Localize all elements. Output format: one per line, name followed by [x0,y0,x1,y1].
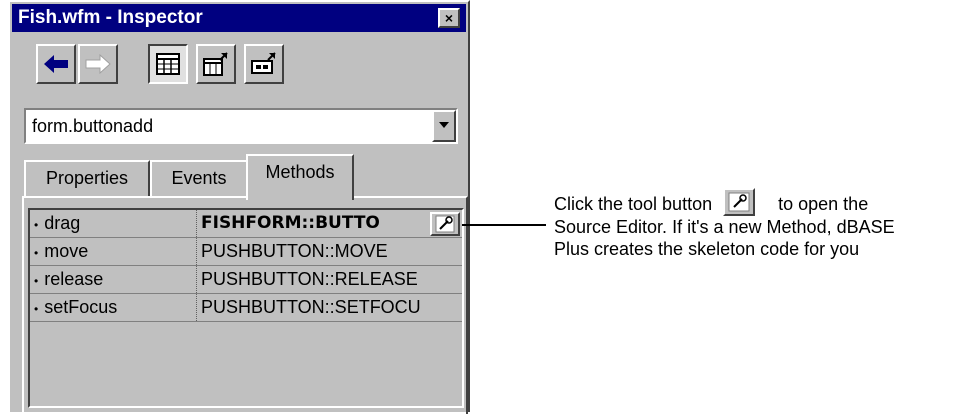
object-view-button[interactable] [196,44,236,84]
row-bullet: • [34,218,39,232]
method-name: release [44,269,104,289]
tab-methods[interactable]: Methods [246,154,354,200]
callout-line3: Plus creates the skeleton code for you [554,239,860,259]
dropdown-button[interactable] [432,110,456,142]
table-row[interactable]: • drag FISHFORM::BUTTO [30,210,462,238]
grid-view-button[interactable] [148,44,188,84]
method-value: PUSHBUTTON::SETFOCU [201,297,421,317]
forward-arrow-icon [85,53,111,75]
wrench-icon [435,215,455,233]
method-value: FISHFORM::BUTTO [201,213,380,233]
grid-view-icon [156,53,180,75]
tool-button[interactable] [430,212,460,236]
callout-part2: to open the [778,194,869,214]
row-bullet: • [34,246,39,260]
callout-part1: Click the tool button [554,194,713,214]
table-row[interactable]: • setFocus PUSHBUTTON::SETFOCU [30,294,462,322]
inspector-window: Fish.wfm - Inspector × form.buttonadd Pr… [8,0,470,414]
back-arrow-icon [44,55,68,73]
window-title: Fish.wfm - Inspector [18,7,203,28]
title-bar[interactable]: Fish.wfm - Inspector × [12,4,466,32]
table-row[interactable]: • move PUSHBUTTON::MOVE [30,238,462,266]
object-selector-value: form.buttonadd [32,116,154,136]
object-selector[interactable]: form.buttonadd [24,108,458,144]
callout-text: Click the tool button to open the Source… [554,188,954,260]
close-button[interactable]: × [438,8,460,28]
table-row[interactable]: • release PUSHBUTTON::RELEASE [30,266,462,294]
chevron-down-icon [439,122,449,128]
row-bullet: • [34,302,39,316]
method-value: PUSHBUTTON::MOVE [201,241,388,261]
methods-grid: • drag FISHFORM::BUTTO • move PUSHBUTTON::… [28,208,464,408]
tab-events[interactable]: Events [150,160,248,198]
method-value: PUSHBUTTON::RELEASE [201,269,418,289]
callout-line [462,224,546,226]
inline-tool-button [723,188,756,216]
method-name: drag [44,213,81,233]
property-view-button[interactable] [244,44,284,84]
tab-properties-label: Properties [45,168,129,188]
callout-line2: Source Editor. If it's a new Method, dBA… [554,217,895,237]
back-button[interactable] [36,44,76,84]
method-name: move [44,241,89,261]
property-view-icon [251,52,276,74]
tab-properties[interactable]: Properties [24,160,150,198]
tab-events-label: Events [171,168,227,188]
tab-methods-label: Methods [265,162,335,182]
object-view-icon [203,52,228,76]
wrench-icon [728,192,750,212]
method-name: setFocus [44,297,118,317]
row-bullet: • [34,274,39,288]
forward-button[interactable] [78,44,118,84]
